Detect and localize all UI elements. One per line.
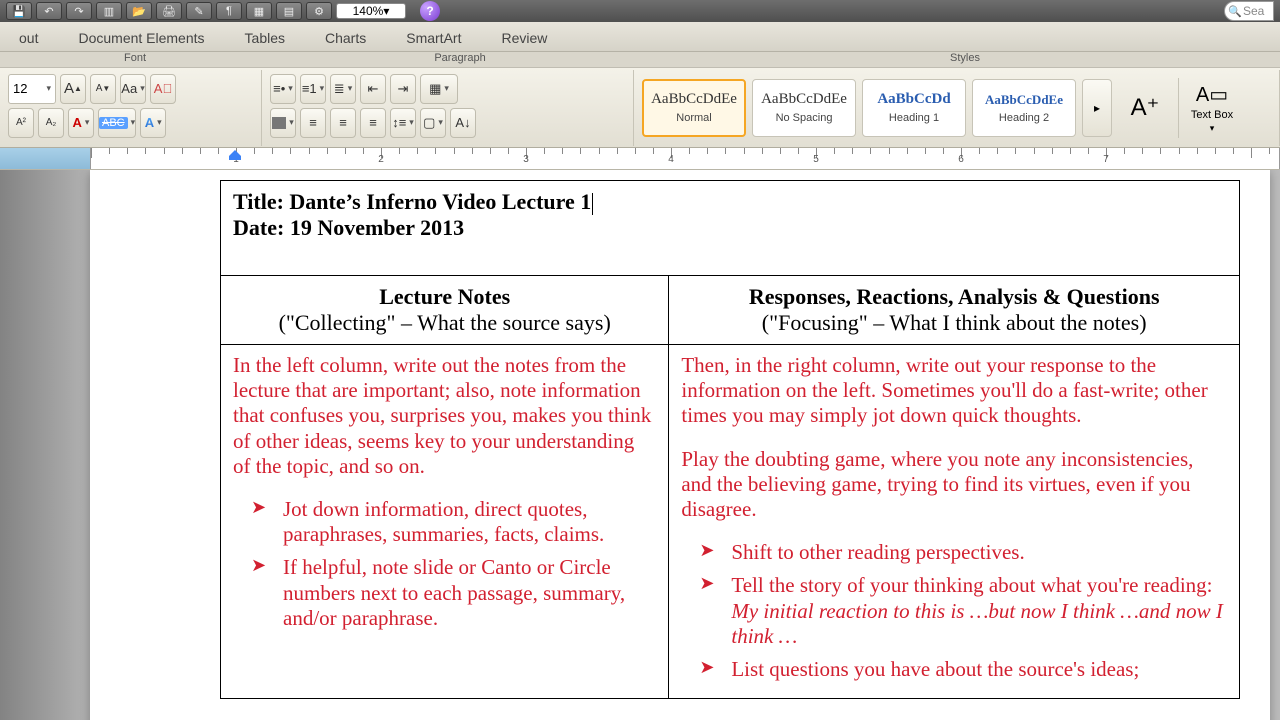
font-size-field[interactable]: 12▾ bbox=[8, 74, 56, 104]
tab-review[interactable]: Review bbox=[482, 23, 566, 51]
search-input[interactable]: Sea bbox=[1224, 1, 1274, 21]
undo-button[interactable]: ↶ bbox=[36, 2, 62, 20]
right-body-cell[interactable]: Then, in the right column, write out you… bbox=[669, 345, 1240, 699]
decrease-indent-button[interactable]: ⇤ bbox=[360, 74, 386, 104]
text-box-icon: A▭ bbox=[1196, 82, 1228, 107]
align-center-button[interactable]: ≡ bbox=[330, 108, 356, 138]
new-button[interactable]: ▥ bbox=[96, 2, 122, 20]
style-no-spacing[interactable]: AaBbCcDdEe No Spacing bbox=[752, 79, 856, 137]
document-workspace: Title: Dante’s Inferno Video Lecture 1 D… bbox=[0, 170, 1280, 720]
ruler[interactable]: 1234567 bbox=[0, 148, 1280, 170]
ribbon-group-labels: Font Paragraph Styles bbox=[0, 52, 1280, 68]
quick-access-toolbar: 💾 ↶ ↷ ▥ 📂 🖨 ✎ ¶ ▦ ▤ ⚙ 140% ▾ ? Sea bbox=[0, 0, 1280, 22]
increase-indent-button[interactable]: ⇥ bbox=[390, 74, 416, 104]
text-effects-button[interactable]: A bbox=[140, 108, 166, 138]
numbering-button[interactable]: ≡1 bbox=[300, 74, 326, 104]
align-right-button[interactable]: ≡ bbox=[360, 108, 386, 138]
style-normal[interactable]: AaBbCcDdEe Normal bbox=[642, 79, 746, 137]
text-cursor bbox=[592, 193, 593, 215]
insert-table-button[interactable]: ▦ bbox=[420, 74, 458, 104]
subscript-button[interactable]: A₂ bbox=[38, 108, 64, 138]
borders-button[interactable]: ▢ bbox=[420, 108, 446, 138]
show-button[interactable]: ¶ bbox=[216, 2, 242, 20]
tab-smartart[interactable]: SmartArt bbox=[387, 23, 480, 51]
help-button[interactable]: ? bbox=[420, 1, 440, 21]
notes-table[interactable]: Title: Dante’s Inferno Video Lecture 1 D… bbox=[220, 180, 1240, 699]
zoom-field[interactable]: 140% ▾ bbox=[336, 3, 406, 19]
tab-tables[interactable]: Tables bbox=[226, 23, 304, 51]
redo-button[interactable]: ↷ bbox=[66, 2, 92, 20]
print-button[interactable]: 🖨 bbox=[156, 2, 182, 20]
group-label-font: Font bbox=[0, 52, 270, 67]
title-cell[interactable]: Title: Dante’s Inferno Video Lecture 1 D… bbox=[221, 181, 1240, 276]
change-case-button[interactable]: Aa bbox=[120, 74, 146, 104]
superscript-button[interactable]: A² bbox=[8, 108, 34, 138]
font-color-button[interactable]: A bbox=[68, 108, 94, 138]
paragraph-group: ≡• ≡1 ≣ ⇤ ⇥ ▦ ≡ ≡ ≡ ↕≡ ▢ A↓ bbox=[262, 70, 634, 146]
highlight-button[interactable]: ABC bbox=[98, 108, 136, 138]
bullets-button[interactable]: ≡• bbox=[270, 74, 296, 104]
open-button[interactable]: 📂 bbox=[126, 2, 152, 20]
tab-charts[interactable]: Charts bbox=[306, 23, 385, 51]
ribbon-tabs: out Document Elements Tables Charts Smar… bbox=[0, 22, 1280, 52]
style-heading-2[interactable]: AaBbCcDdEe Heading 2 bbox=[972, 79, 1076, 137]
group-label-paragraph: Paragraph bbox=[270, 52, 650, 67]
text-box-button[interactable]: A▭ Text Box ▾ bbox=[1185, 76, 1239, 140]
sort-button[interactable]: A↓ bbox=[450, 108, 476, 138]
shading-button[interactable] bbox=[270, 108, 296, 138]
style-heading-1[interactable]: AaBbCcDd Heading 1 bbox=[862, 79, 966, 137]
first-line-indent-marker[interactable] bbox=[229, 150, 241, 160]
right-header-cell[interactable]: Responses, Reactions, Analysis & Questio… bbox=[669, 276, 1240, 345]
tab-document-elements[interactable]: Document Elements bbox=[59, 23, 223, 51]
styles-pane-icon: A⁺ bbox=[1131, 93, 1160, 122]
tab-layout[interactable]: out bbox=[0, 23, 57, 51]
ribbon: 12▾ A▲ A▼ Aa A⃠ A² A₂ A ABC A ≡• ≡1 ≣ ⇤ … bbox=[0, 68, 1280, 148]
toolbox-button[interactable]: ⚙ bbox=[306, 2, 332, 20]
group-label-styles: Styles bbox=[650, 52, 1280, 67]
page-gutter bbox=[0, 170, 90, 720]
left-header-cell[interactable]: Lecture Notes ("Collecting" – What the s… bbox=[221, 276, 669, 345]
shrink-font-button[interactable]: A▼ bbox=[90, 74, 116, 104]
styles-pane-button[interactable]: A⁺ bbox=[1118, 76, 1172, 140]
grow-font-button[interactable]: A▲ bbox=[60, 74, 86, 104]
styles-more-button[interactable]: ▸ bbox=[1082, 79, 1112, 137]
multilevel-list-button[interactable]: ≣ bbox=[330, 74, 356, 104]
line-spacing-button[interactable]: ↕≡ bbox=[390, 108, 416, 138]
font-group: 12▾ A▲ A▼ Aa A⃠ A² A₂ A ABC A bbox=[0, 70, 262, 146]
sidebar-button[interactable]: ▤ bbox=[276, 2, 302, 20]
format-painter-button[interactable]: ✎ bbox=[186, 2, 212, 20]
styles-group: AaBbCcDdEe Normal AaBbCcDdEe No Spacing … bbox=[634, 70, 1280, 146]
align-left-button[interactable]: ≡ bbox=[300, 108, 326, 138]
gallery-button[interactable]: ▦ bbox=[246, 2, 272, 20]
save-button[interactable]: 💾 bbox=[6, 2, 32, 20]
left-body-cell[interactable]: In the left column, write out the notes … bbox=[221, 345, 669, 699]
clear-formatting-button[interactable]: A⃠ bbox=[150, 74, 176, 104]
document-page[interactable]: Title: Dante’s Inferno Video Lecture 1 D… bbox=[90, 170, 1270, 720]
